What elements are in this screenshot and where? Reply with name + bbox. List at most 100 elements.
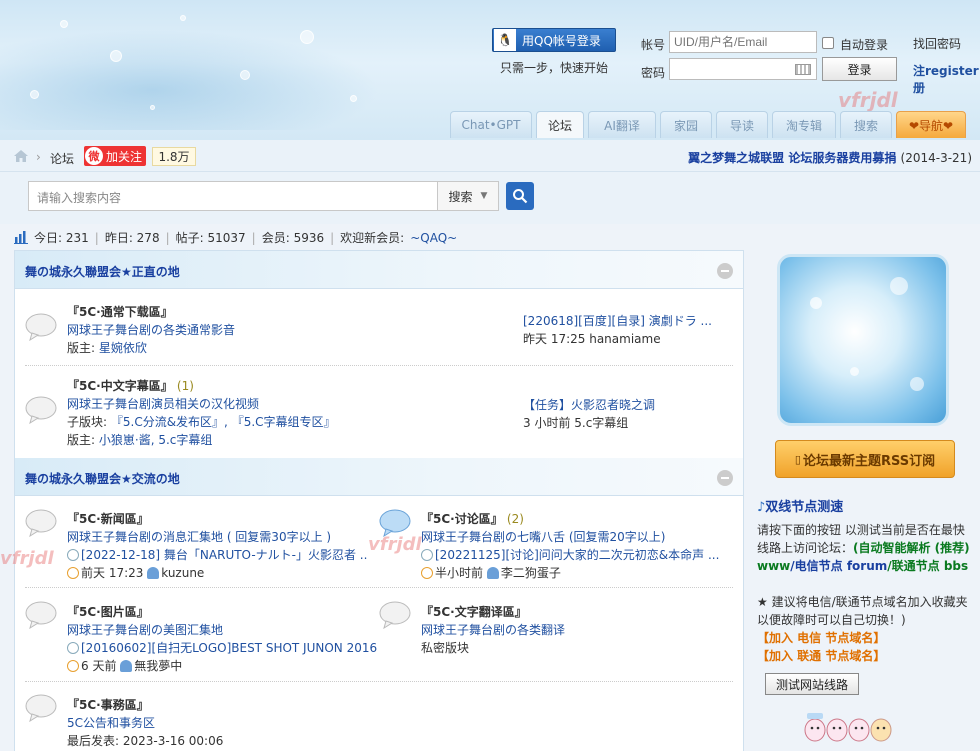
forum-private-label: 私密版块 <box>421 641 470 655</box>
bubble-decoration <box>350 95 357 102</box>
tab-collections[interactable]: 淘专辑 <box>772 111 836 138</box>
last-post-title[interactable]: [20221125][讨论]问问大家的二次元初恋&本命声 ... <box>421 546 721 563</box>
forum-name[interactable]: 『5C·文字翻译區』 <box>421 603 527 620</box>
last-post-time: 昨天 17:25 hanamiame <box>523 332 661 346</box>
sidebar-logo-image <box>777 254 949 426</box>
search-button[interactable] <box>506 182 534 210</box>
register-link[interactable]: 注register册 <box>913 62 980 96</box>
tab-guide[interactable]: 导读 <box>716 111 768 138</box>
tab-forum[interactable]: 论坛 <box>536 111 584 138</box>
forum-name[interactable]: 『5C·通常下载區』 <box>67 303 173 320</box>
forum-name[interactable]: 『5C·讨论區』 (2) <box>421 510 524 527</box>
clock-icon <box>67 567 79 579</box>
category-title[interactable]: 舞の城永久聯盟会★正直の地 <box>25 263 180 280</box>
speed-test-text: 请按下面的按钮 以测试当前是否在最快线路上访问论坛：(自动智能解析 (推荐) w… <box>757 523 970 573</box>
new-member-link[interactable]: ~QAQ~ <box>410 231 457 245</box>
last-post-time: 3 小时前 5.c字幕组 <box>523 416 629 430</box>
last-post-title[interactable]: [220618][百度][自录] 演劇ドラ ... <box>523 312 712 329</box>
tab-chatgpt[interactable]: Chat•GPT <box>450 111 532 138</box>
account-input[interactable] <box>669 31 817 53</box>
last-post-title[interactable]: [20160602][自扫无LOGO]BEST SHOT JUNON 2016 … <box>67 639 377 656</box>
auto-login-checkbox[interactable] <box>822 37 834 49</box>
tab-ai-translate[interactable]: AI翻译 <box>588 111 656 138</box>
forum-bubble-icon <box>25 396 57 424</box>
stat-members: 会员: 5936 <box>261 231 325 245</box>
home-icon[interactable] <box>14 150 28 162</box>
qq-login-button[interactable]: 🐧 用QQ帐号登录 <box>492 28 616 52</box>
test-line-button[interactable]: 测试网站线路 <box>765 673 859 695</box>
forum-bubble-icon <box>25 509 57 537</box>
bubble-decoration <box>110 50 122 62</box>
unicom-node-link[interactable]: /联通节点 bbs <box>887 559 968 573</box>
bubble-decoration <box>810 297 822 309</box>
header-decoration <box>0 30 380 130</box>
join-unicom-link[interactable]: 【加入 联通 节点域名】 <box>757 647 973 665</box>
last-post-title[interactable]: 【任务】火影忍者晓之调 <box>523 396 655 413</box>
rss-icon: ▯ <box>794 452 801 466</box>
forum-bubble-icon <box>25 313 57 341</box>
tab-home[interactable]: 家园 <box>660 111 712 138</box>
category-header: 舞の城永久聯盟会★交流の地 <box>15 458 743 496</box>
chevron-down-icon: ▼ <box>480 191 488 201</box>
category-title[interactable]: 舞の城永久聯盟会★交流の地 <box>25 470 180 487</box>
forum-name[interactable]: 『5C·事務區』 <box>67 696 149 713</box>
last-post-meta: 前天 17:23 kuzune <box>67 564 204 581</box>
bubble-decoration <box>890 277 908 295</box>
qq-login-subtitle: 只需一步，快速开始 <box>500 61 609 75</box>
announcement[interactable]: 翼之梦舞之城联盟 论坛服务器费用募捐 (2014-3-21) <box>688 149 972 166</box>
forum-stats: 今日: 231 | 昨日: 278 | 帖子: 51037 | 会员: 5936 | 欢… <box>14 229 457 246</box>
clock-icon <box>67 660 79 672</box>
stat-yesterday: 昨日: 278 <box>104 231 160 245</box>
forum-list: 舞の城永久聯盟会★正直の地 『5C·通常下载區』 网球王子舞台剧の各类通常影音 … <box>14 250 744 751</box>
auto-login-label: 自动登录 <box>840 38 889 52</box>
cartoon-cats-image <box>804 713 892 742</box>
search-type-select[interactable]: 搜索 ▼ <box>437 181 499 211</box>
weibo-follow-button[interactable]: 微 加关注 <box>84 146 146 166</box>
forum-desc: 网球王子舞台剧の各类通常影音 <box>67 323 236 337</box>
forum-moderator: 版主: 星婉依欣 <box>67 341 147 355</box>
user-icon <box>147 567 160 579</box>
comment-icon <box>67 642 79 654</box>
weibo-icon: 微 <box>85 147 103 165</box>
forum-bubble-icon <box>25 601 57 629</box>
bubble-decoration <box>300 30 314 44</box>
login-button[interactable]: 登录 <box>822 57 897 81</box>
bubble-decoration <box>30 90 39 99</box>
last-post-meta: 6 天前 無我夢中 <box>67 657 182 674</box>
stat-today: 今日: 231 <box>34 231 89 245</box>
breadcrumb-forum[interactable]: 论坛 <box>50 150 74 167</box>
bubble-decoration <box>60 20 68 28</box>
divider <box>25 681 733 682</box>
forum-last-post: 最后发表: 2023-3-16 00:06 <box>67 734 224 748</box>
forum-desc: 网球王子舞台剧の各类翻译 <box>421 623 566 637</box>
site-header: 🐧 用QQ帐号登录 只需一步，快速开始 帐号 自动登录 找回密码 密码 登录 注… <box>0 0 980 140</box>
clock-icon <box>421 567 433 579</box>
virtual-keyboard-icon[interactable] <box>795 64 811 75</box>
bubble-decoration <box>150 105 155 110</box>
tab-navigation[interactable]: ❤导航❤ <box>896 111 966 138</box>
chart-icon <box>14 231 28 244</box>
divider <box>25 587 733 588</box>
collapse-icon[interactable] <box>717 263 733 279</box>
rss-subscribe-button[interactable]: ▯ 论坛最新主题RSS订阅 <box>775 440 955 478</box>
bubble-decoration <box>240 70 250 80</box>
forum-bubble-icon <box>25 694 57 722</box>
forum-name[interactable]: 『5C·新闻區』 <box>67 510 149 527</box>
watermark: vfrjdl <box>0 548 54 569</box>
find-password-link[interactable]: 找回密码 <box>913 35 961 52</box>
forum-name[interactable]: 『5C·中文字幕區』 (1) <box>67 377 194 394</box>
breadcrumb-separator: › <box>36 150 41 164</box>
join-telecom-link[interactable]: 【加入 电信 节点域名】 <box>757 629 973 647</box>
forum-bubble-new-icon <box>379 509 411 537</box>
last-post-meta: 半小时前 李二狗蛋子 <box>421 564 561 581</box>
telecom-node-link[interactable]: /电信节点 forum <box>790 559 887 573</box>
forum-name[interactable]: 『5C·图片區』 <box>67 603 149 620</box>
collapse-icon[interactable] <box>717 470 733 486</box>
stat-posts: 帖子: 51037 <box>175 231 246 245</box>
forum-desc: 5C公告和事务区 <box>67 716 156 730</box>
search-input[interactable]: 请输入搜索内容 <box>28 181 438 211</box>
tab-search[interactable]: 搜索 <box>840 111 892 138</box>
divider <box>25 365 733 366</box>
last-post-title[interactable]: [2022-12-18] 舞台「NARUTO-ナルト-」火影忍者 ... <box>67 546 367 563</box>
bubble-decoration <box>850 367 859 376</box>
